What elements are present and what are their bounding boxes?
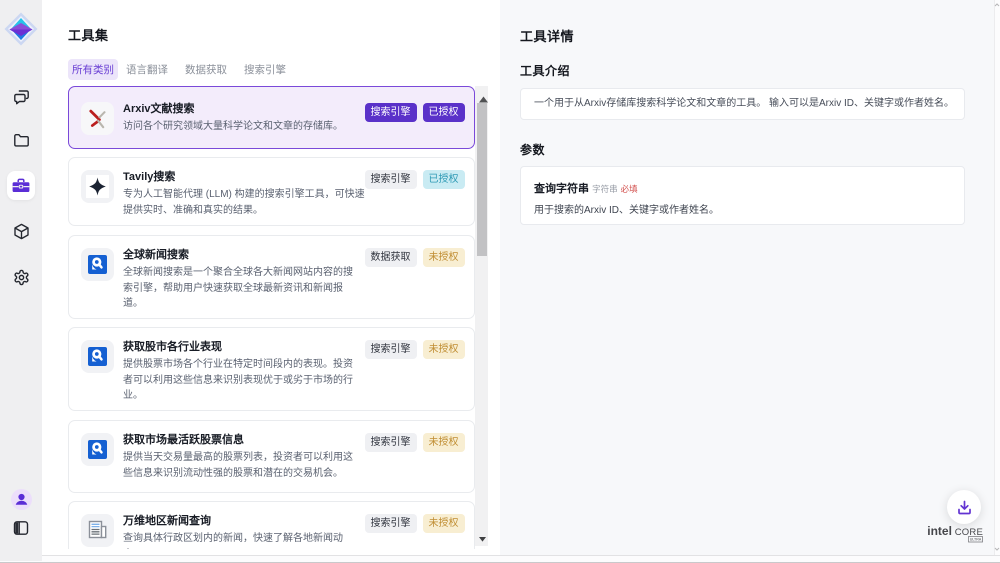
svg-text:ULTRA: ULTRA [970,538,982,542]
